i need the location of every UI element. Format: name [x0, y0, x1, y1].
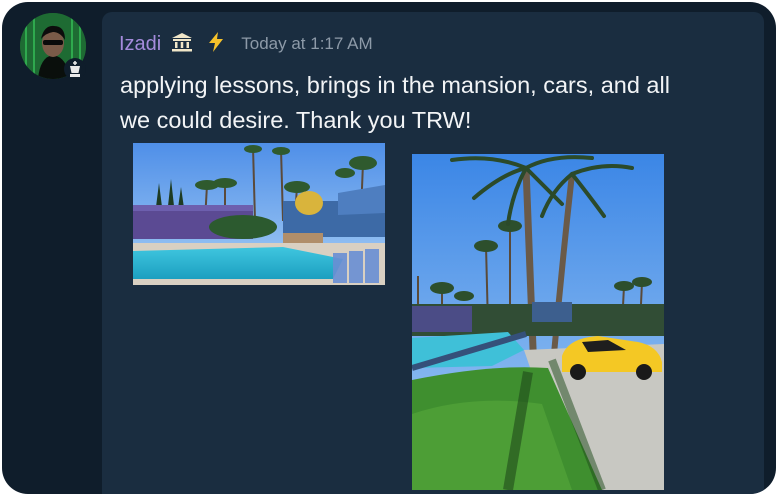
message-text: applying lessons, brings in the mansion,… [120, 68, 760, 138]
yellow-car-photo[interactable] [412, 154, 664, 490]
pool-photo[interactable] [133, 143, 385, 285]
bank-icon[interactable] [171, 31, 193, 58]
lightning-icon[interactable] [207, 31, 225, 58]
message-line: we could desire. Thank you TRW! [120, 107, 472, 133]
message-line: applying lessons, brings in the mansion,… [120, 72, 670, 98]
chess-king-icon [70, 61, 80, 77]
chat-window: Izadi Today at 1:17 AM applying lessons,… [2, 2, 776, 494]
timestamp[interactable]: Today at 1:17 AM [241, 34, 372, 54]
username[interactable]: Izadi [119, 33, 161, 56]
role-badge [64, 58, 86, 80]
message-header: Izadi Today at 1:17 AM [119, 30, 373, 58]
